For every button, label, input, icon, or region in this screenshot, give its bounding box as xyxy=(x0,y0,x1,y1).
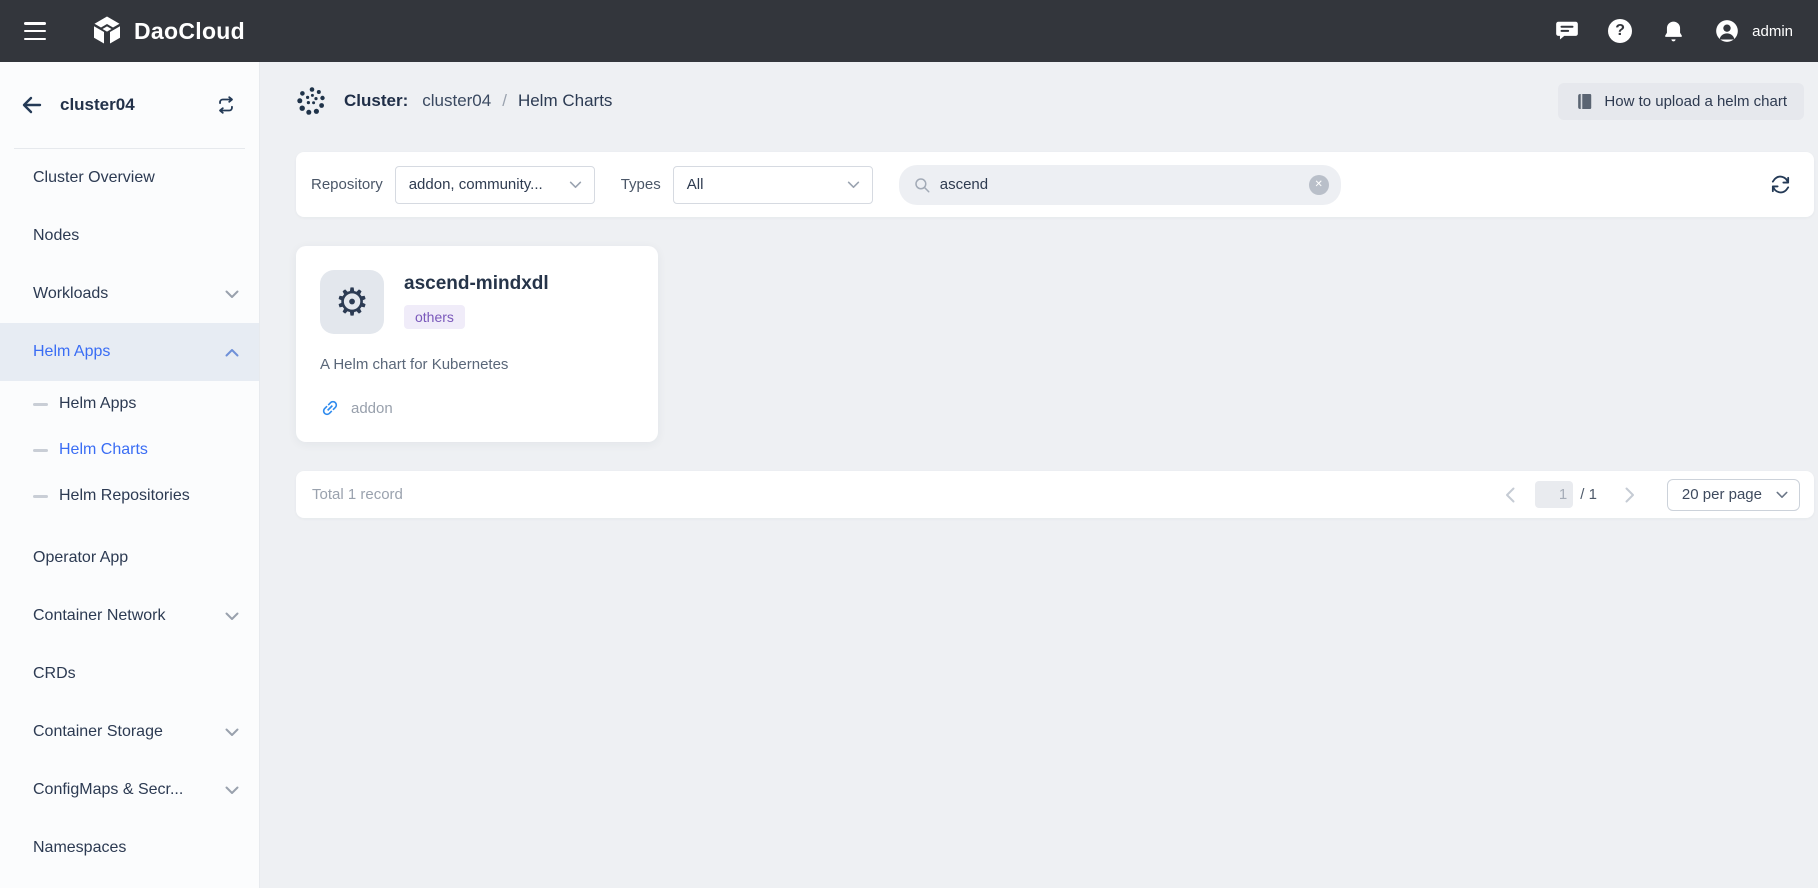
prev-page-button[interactable] xyxy=(1495,487,1525,503)
how-to-upload-button[interactable]: How to upload a helm chart xyxy=(1558,83,1804,120)
types-label: Types xyxy=(621,176,661,193)
topbar-actions: admin xyxy=(1554,18,1793,44)
types-select[interactable]: All xyxy=(673,166,873,204)
chevron-down-icon xyxy=(847,181,860,189)
menu-toggle-button[interactable] xyxy=(24,22,48,40)
page-count: / 1 xyxy=(1580,486,1597,503)
brand: DaoCloud xyxy=(90,14,245,48)
repository-select[interactable]: addon, community... xyxy=(395,166,595,204)
helm-chart-card[interactable]: ⚙ ascend-mindxdl others A Helm chart for… xyxy=(296,246,658,442)
sidebar-header: cluster04 xyxy=(0,62,259,148)
notifications-icon[interactable] xyxy=(1660,18,1686,44)
chevron-down-icon xyxy=(225,612,239,621)
search-input[interactable] xyxy=(940,176,1309,193)
topbar: DaoCloud a xyxy=(0,0,1818,62)
help-icon[interactable] xyxy=(1608,19,1632,43)
sidebar-nav: Cluster Overview Nodes Workloads Helm Ap… xyxy=(0,149,259,877)
breadcrumb: Cluster: cluster04 / Helm Charts How to … xyxy=(296,80,1814,122)
chevron-down-icon xyxy=(569,181,582,189)
chevron-down-icon xyxy=(225,728,239,737)
breadcrumb-cluster-link[interactable]: cluster04 xyxy=(422,91,491,111)
page-size-select[interactable]: 20 per page xyxy=(1667,479,1800,511)
daocloud-logo-icon xyxy=(90,14,124,48)
pager: 1 / 1 20 per page xyxy=(1495,479,1800,511)
dash-icon xyxy=(33,449,48,452)
current-page[interactable]: 1 xyxy=(1535,481,1573,508)
sidebar-item-container-network[interactable]: Container Network xyxy=(0,587,259,645)
chevron-down-icon xyxy=(225,290,239,299)
search-icon xyxy=(913,176,931,194)
page-title: Helm Charts xyxy=(518,91,612,111)
repository-label: Repository xyxy=(311,176,383,193)
helm-apps-submenu: Helm Apps Helm Charts Helm Repositories xyxy=(0,381,259,519)
chart-repo-name: addon xyxy=(351,400,393,417)
chart-gear-icon: ⚙ xyxy=(320,270,384,334)
brand-name: DaoCloud xyxy=(134,18,245,45)
chart-description: A Helm chart for Kubernetes xyxy=(320,356,634,373)
filter-bar: Repository addon, community... Types All xyxy=(296,152,1814,217)
chart-repo: addon xyxy=(320,398,634,418)
sidebar-item-operator-app[interactable]: Operator App xyxy=(0,529,259,587)
chart-category-badge: others xyxy=(404,305,465,329)
sidebar-item-crds[interactable]: CRDs xyxy=(0,645,259,703)
dash-icon xyxy=(33,403,48,406)
clear-search-icon[interactable] xyxy=(1309,175,1329,195)
sidebar: cluster04 Cluster Overview Nodes Workloa… xyxy=(0,62,260,888)
sidebar-item-helm-charts[interactable]: Helm Charts xyxy=(0,427,259,473)
chevron-up-icon xyxy=(225,348,239,357)
sidebar-item-namespaces[interactable]: Namespaces xyxy=(0,819,259,877)
avatar[interactable] xyxy=(1714,18,1740,44)
sidebar-item-workloads[interactable]: Workloads xyxy=(0,265,259,323)
back-button[interactable] xyxy=(20,93,44,117)
chevron-down-icon xyxy=(1776,491,1788,499)
breadcrumb-separator: / xyxy=(502,91,507,111)
link-icon xyxy=(320,398,340,418)
pagination-bar: Total 1 record 1 / 1 20 per page xyxy=(296,471,1814,518)
chevron-down-icon xyxy=(225,786,239,795)
cluster-name: cluster04 xyxy=(60,95,135,115)
main-content: Cluster: cluster04 / Helm Charts How to … xyxy=(260,62,1818,888)
messages-icon[interactable] xyxy=(1554,18,1580,44)
username[interactable]: admin xyxy=(1752,23,1793,40)
next-page-button[interactable] xyxy=(1615,487,1645,503)
dash-icon xyxy=(33,495,48,498)
sidebar-item-helm-apps-group[interactable]: Helm Apps xyxy=(0,323,259,381)
sidebar-item-container-storage[interactable]: Container Storage xyxy=(0,703,259,761)
search-box xyxy=(899,165,1341,205)
sidebar-item-helm-repositories[interactable]: Helm Repositories xyxy=(0,473,259,519)
breadcrumb-label: Cluster: xyxy=(344,91,408,111)
book-icon xyxy=(1575,92,1594,111)
sidebar-item-configmaps-secrets[interactable]: ConfigMaps & Secr... xyxy=(0,761,259,819)
sidebar-item-cluster-overview[interactable]: Cluster Overview xyxy=(0,149,259,207)
chart-name: ascend-mindxdl xyxy=(404,273,549,295)
total-records: Total 1 record xyxy=(312,486,403,503)
cluster-icon xyxy=(296,85,328,117)
switch-cluster-icon[interactable] xyxy=(215,94,237,116)
sidebar-item-nodes[interactable]: Nodes xyxy=(0,207,259,265)
sidebar-item-helm-apps[interactable]: Helm Apps xyxy=(0,381,259,427)
refresh-icon[interactable] xyxy=(1769,173,1792,196)
